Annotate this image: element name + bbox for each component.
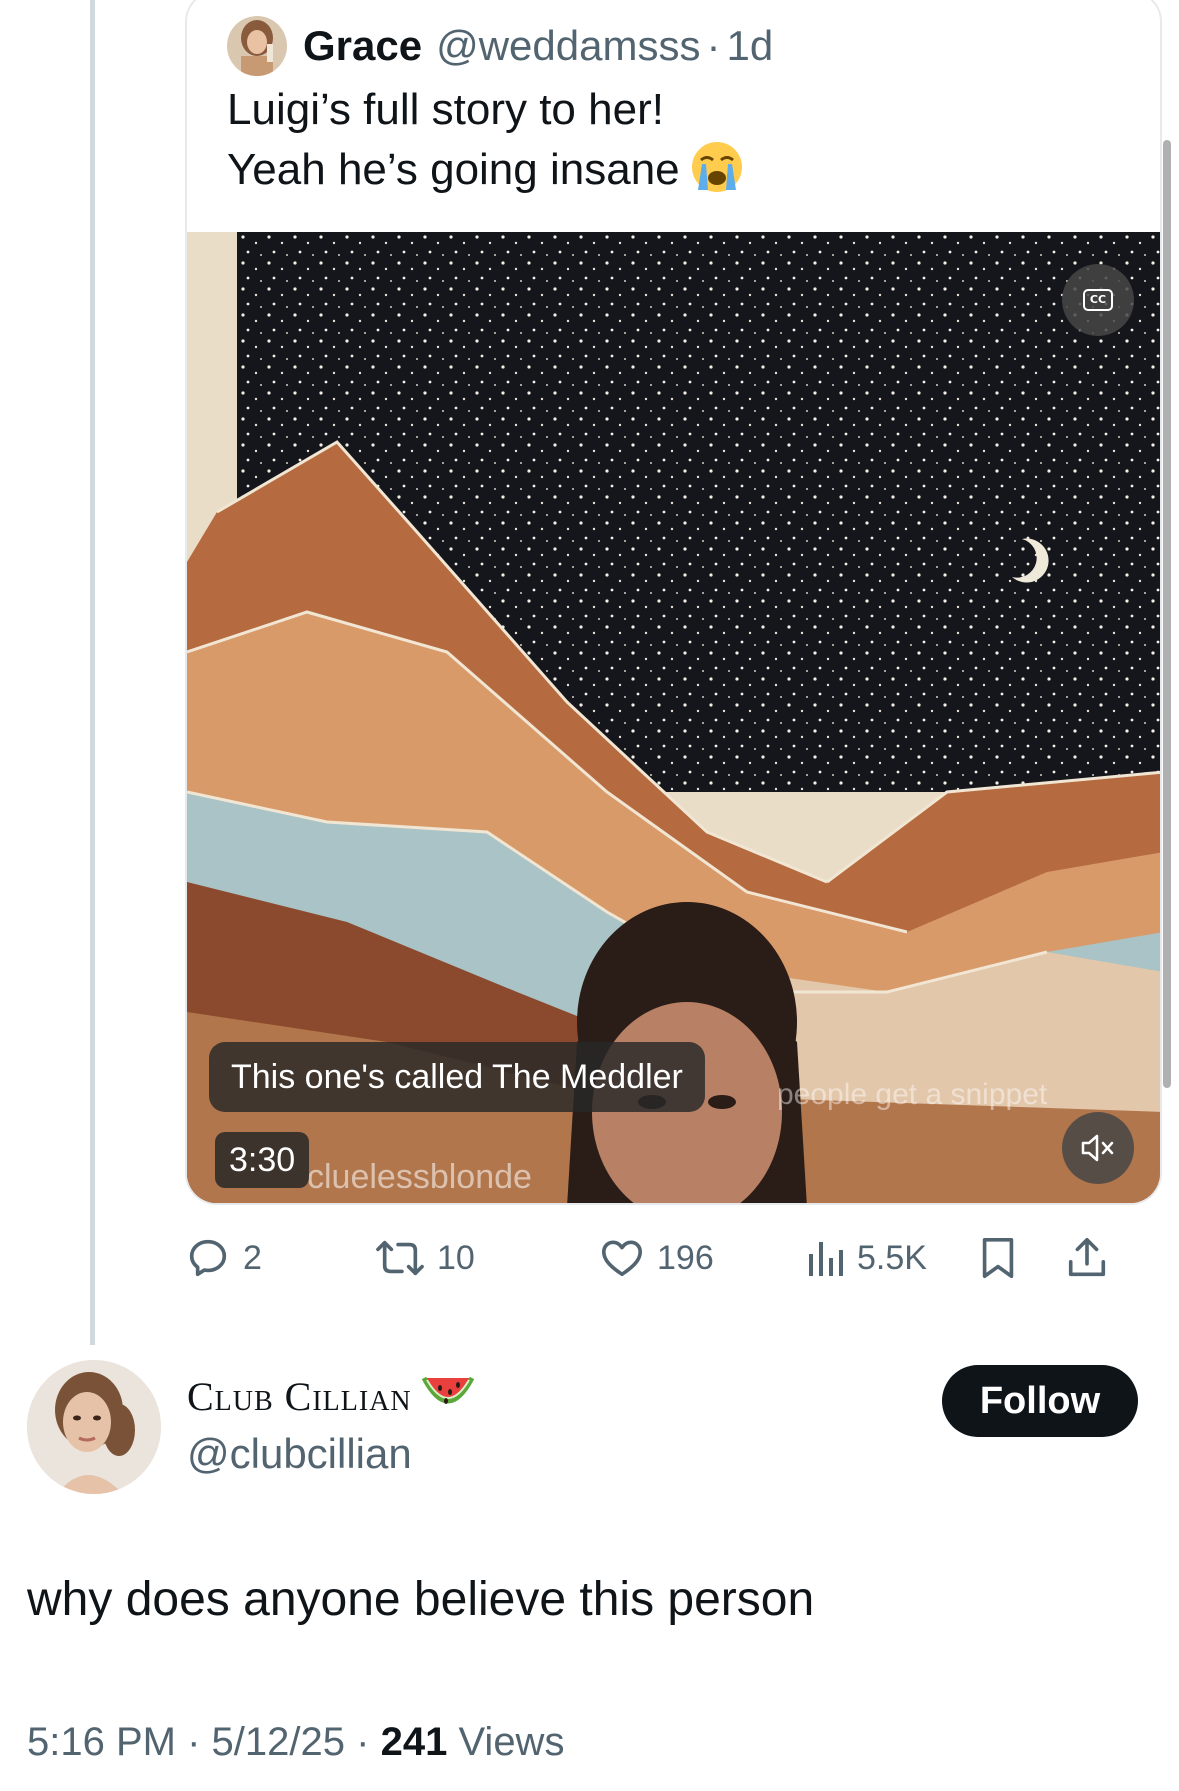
quoted-tweet-card[interactable]: Grace @weddamsss · 1d Luigi’s full story… [185, 0, 1162, 1205]
analytics-icon [809, 1242, 843, 1276]
quoted-time-ago[interactable]: 1d [726, 22, 773, 70]
repost-icon [376, 1240, 424, 1276]
thread-connector-line [90, 0, 95, 1345]
author-name[interactable]: Club Cillian [187, 1372, 476, 1420]
view-count: 5.5K [857, 1238, 927, 1277]
loudly-crying-face-emoji-icon [690, 140, 744, 194]
quoted-text-line-1: Luigi’s full story to her! [227, 85, 664, 134]
share-icon [1068, 1237, 1106, 1277]
scrollbar[interactable] [1163, 140, 1171, 1088]
video-caption: This one's called The Meddler [209, 1042, 705, 1112]
closed-captions-icon: CC [1083, 289, 1113, 311]
video-duration-badge: 3:30 [215, 1132, 310, 1188]
author-name-text: Club Cillian [187, 1374, 412, 1419]
bookmark-icon [982, 1237, 1014, 1279]
follow-button[interactable]: Follow [942, 1365, 1138, 1437]
tweet-views-label: Views [458, 1720, 565, 1764]
author-avatar[interactable] [27, 1360, 161, 1494]
quoted-text-line-2: Yeah he’s going insane [227, 145, 680, 194]
tweet-text: why does anyone believe this person [27, 1573, 815, 1626]
video-watermark-right: people get a snippet [777, 1078, 1048, 1111]
watermelon-emoji-icon [420, 1372, 476, 1418]
video-player[interactable]: CC people get a snippet This one's calle… [187, 232, 1160, 1203]
bookmark-button[interactable] [977, 1228, 1019, 1288]
quoted-tweet-header: Grace @weddamsss · 1d [227, 14, 773, 78]
tweet-views-count[interactable]: 241 [381, 1720, 448, 1764]
reply-count: 2 [243, 1238, 262, 1277]
repost-count: 10 [437, 1238, 475, 1277]
like-count: 196 [657, 1238, 714, 1277]
quoted-author-handle[interactable]: @weddamsss [436, 22, 700, 70]
tweet-time[interactable]: 5:16 PM [27, 1720, 176, 1764]
author-handle[interactable]: @clubcillian [187, 1430, 412, 1478]
quoted-author-name[interactable]: Grace [303, 22, 422, 70]
video-watermark-left: cluelessblonde [307, 1158, 532, 1196]
speaker-muted-icon [1081, 1134, 1114, 1162]
tweet-detail-page: Grace @weddamsss · 1d Luigi’s full story… [0, 0, 1179, 1791]
reply-icon [189, 1239, 227, 1277]
header-separator: · [706, 22, 721, 69]
views-button[interactable]: 5.5K [805, 1228, 927, 1288]
quoted-author-avatar[interactable] [227, 16, 287, 76]
heart-icon [601, 1240, 643, 1277]
closed-captions-button[interactable]: CC [1062, 264, 1134, 336]
quoted-tweet-text: Luigi’s full story to her! Yeah he’s goi… [227, 80, 1127, 200]
meta-separator-1: · [187, 1720, 201, 1764]
share-button[interactable] [1065, 1228, 1109, 1288]
meta-separator-2: · [356, 1720, 370, 1764]
quoted-text-line-2-wrap: Yeah he’s going insane [227, 140, 1127, 200]
tweet-date[interactable]: 5/12/25 [212, 1720, 345, 1764]
tweet-metadata: 5:16 PM · 5/12/25 · 241 Views [27, 1720, 564, 1765]
mute-toggle-button[interactable] [1062, 1112, 1134, 1184]
tweet-action-bar: 2 10 196 5.5K [185, 1228, 1162, 1288]
repost-button[interactable]: 10 [375, 1228, 475, 1288]
reply-button[interactable]: 2 [185, 1228, 262, 1288]
like-button[interactable]: 196 [599, 1228, 714, 1288]
